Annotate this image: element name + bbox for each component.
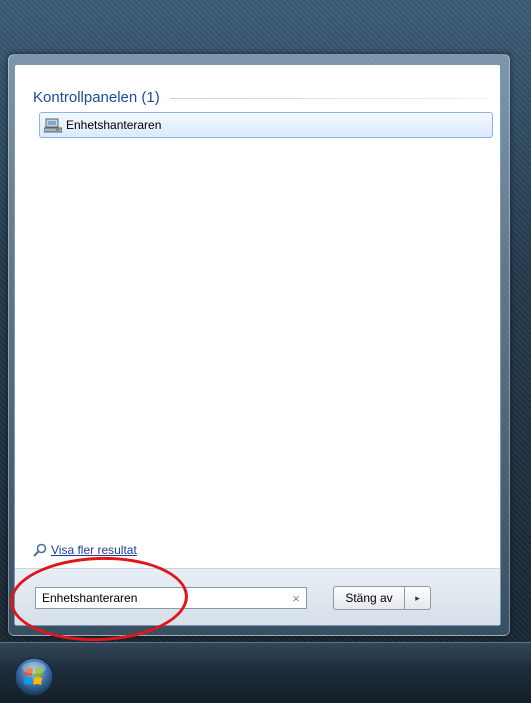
result-group-header: Kontrollpanelen (1) [33,87,488,107]
result-group-title[interactable]: Kontrollpanelen (1) [33,89,160,106]
windows-orb-icon[interactable] [14,657,54,697]
device-manager-icon [44,118,62,133]
start-menu-bottom-bar: × Stäng av ▸ [15,568,500,625]
shutdown-options-arrow-icon[interactable]: ▸ [405,586,431,610]
search-input[interactable] [36,590,286,606]
clear-search-icon[interactable]: × [286,591,306,606]
result-item-device-manager[interactable]: Enhetshanteraren [39,112,493,138]
shutdown-button-group: Stäng av ▸ [333,586,431,610]
taskbar [0,642,531,703]
show-more-results-link[interactable]: Visa fler resultat [33,543,137,557]
result-item-label: Enhetshanteraren [66,118,162,132]
shutdown-button[interactable]: Stäng av [333,586,405,610]
show-more-label[interactable]: Visa fler resultat [51,543,137,557]
search-icon [33,543,47,557]
search-results: Kontrollpanelen (1) Enhetshanteraren [15,65,500,569]
group-divider [169,98,488,99]
search-box[interactable]: × [35,587,307,609]
start-menu-panel: Kontrollpanelen (1) Enhetshanteraren Vis… [14,64,501,626]
